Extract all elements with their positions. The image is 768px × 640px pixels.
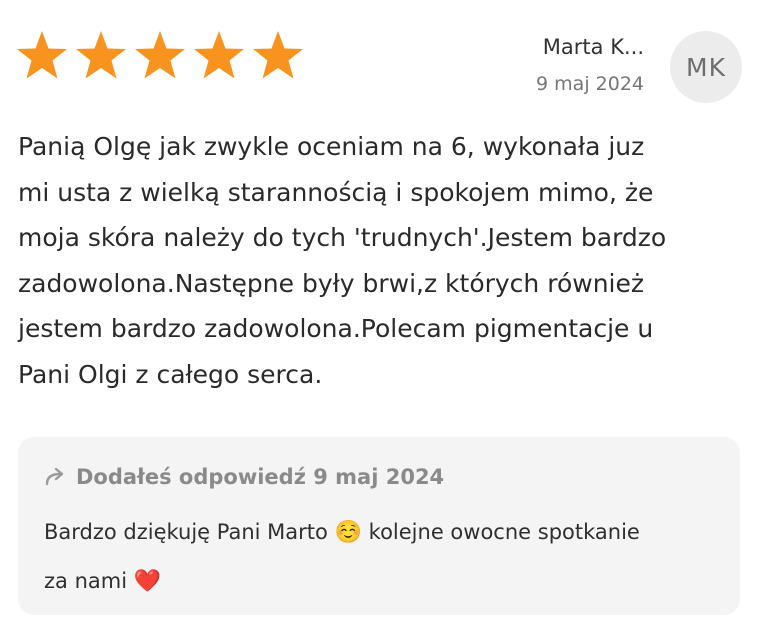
review-card: Marta K... 9 maj 2024 MK Panią Olgę jak …: [0, 0, 768, 640]
reply-arrow-icon: [44, 467, 68, 487]
author-name: Marta K...: [542, 35, 644, 59]
review-text-line: Pani Olgi z całego serca.: [18, 359, 323, 389]
review-text-line: moja skóra należy do tych 'trudnych'.Jes…: [18, 223, 667, 253]
smiling-face-emoji: ☺️: [334, 520, 362, 545]
reply-text-line: za nami ❤️: [44, 557, 724, 606]
reply-header-label: Dodałeś odpowiedź 9 maj 2024: [76, 465, 445, 489]
avatar: MK: [670, 31, 742, 103]
star-icon: [134, 30, 186, 80]
review-author: Marta K... 9 maj 2024: [536, 34, 644, 96]
reply-text-segment: Bardzo dziękuję Pani Marto: [44, 520, 328, 544]
review-text-line: mi usta z wielką starannością i spokojem…: [18, 177, 654, 207]
review-text: Panią Olgę jak zwykle oceniam na 6, wyko…: [18, 124, 738, 398]
star-icon: [75, 30, 127, 80]
review-text-line: zadowolona.Następne były brwi,z których …: [18, 268, 644, 298]
reply-text-line: Bardzo dziękuję Pani Marto ☺️ kolejne ow…: [44, 508, 724, 557]
star-icon: [193, 30, 245, 80]
reply-text: Bardzo dziękuję Pani Marto ☺️ kolejne ow…: [44, 508, 724, 606]
reply-text-segment: za nami: [44, 569, 128, 593]
owner-reply: Dodałeś odpowiedź 9 maj 2024 Bardzo dzię…: [18, 437, 740, 615]
star-rating: [16, 30, 304, 80]
star-icon: [252, 30, 304, 80]
review-date: 9 maj 2024: [536, 73, 644, 95]
review-text-line: Panią Olgę jak zwykle oceniam na 6, wyko…: [18, 132, 645, 161]
reply-text-segment: kolejne owocne spotkanie: [368, 520, 640, 544]
star-icon: [16, 30, 68, 80]
red-heart-emoji: ❤️: [133, 569, 162, 594]
review-text-line: jestem bardzo zadowolona.Polecam pigment…: [18, 314, 654, 344]
reply-header: Dodałeś odpowiedź 9 maj 2024: [44, 465, 444, 489]
